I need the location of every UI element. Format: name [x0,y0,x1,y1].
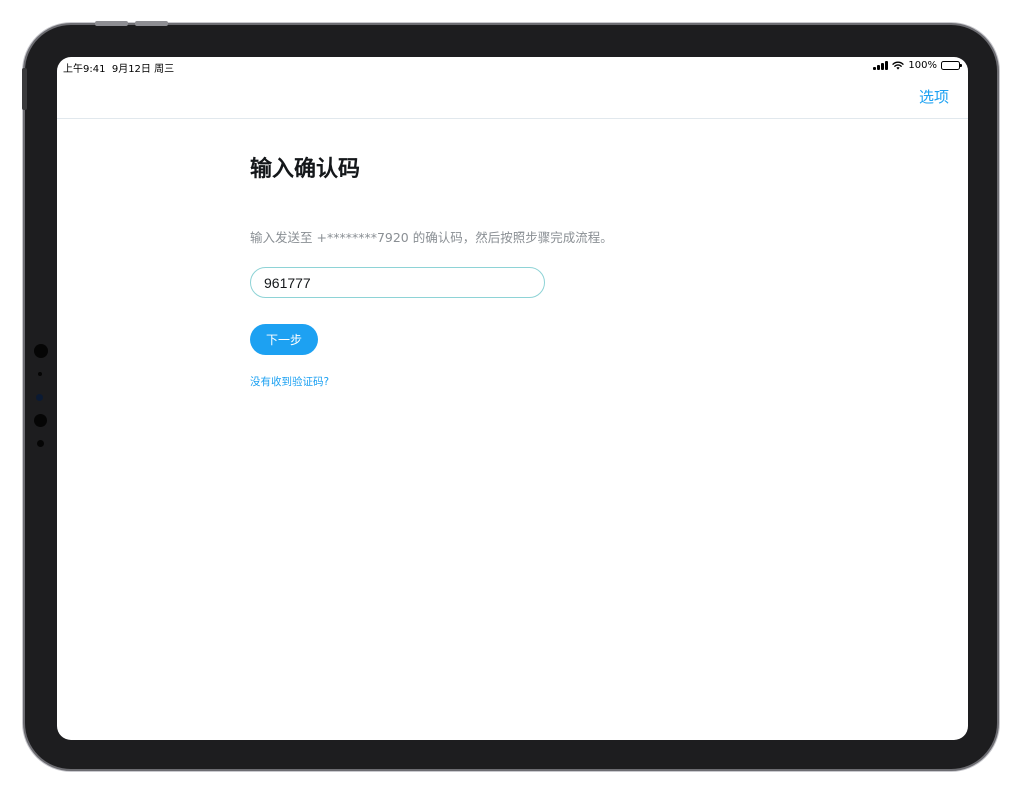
verification-code-input[interactable] [250,267,545,298]
camera-sensor [34,344,48,358]
resend-code-link[interactable]: 没有收到验证码? [250,374,329,389]
battery-percentage: 100% [908,60,937,71]
camera-sensor [37,440,44,447]
instruction-text: 输入发送至 +********7920 的确认码，然后按照步骤完成流程。 [250,230,613,245]
camera-sensor [38,372,42,376]
battery-icon [941,61,962,70]
verification-form: 输入确认码 输入发送至 +********7920 的确认码，然后按照步骤完成流… [250,157,670,388]
status-indicators: 100% [873,60,962,71]
front-camera [36,394,43,401]
options-button[interactable]: 选项 [919,86,949,107]
next-button[interactable]: 下一步 [250,324,318,355]
screen: 上午9:41 9月12日 周三 100% 选项 输入确认码 输入发送至 +***… [57,57,968,740]
volume-button [135,21,168,26]
power-button [22,68,27,110]
volume-button [95,21,128,26]
camera-sensor [34,414,47,427]
status-bar: 上午9:41 9月12日 周三 100% [57,57,968,77]
navigation-bar: 选项 [57,77,968,119]
signal-bars-icon [873,61,889,70]
wifi-icon [892,61,905,70]
page-title: 输入确认码 [250,157,361,182]
status-time-date: 上午9:41 9月12日 周三 [63,60,174,75]
status-time: 上午9:41 [63,64,106,75]
status-date: 9月12日 周三 [111,64,175,75]
